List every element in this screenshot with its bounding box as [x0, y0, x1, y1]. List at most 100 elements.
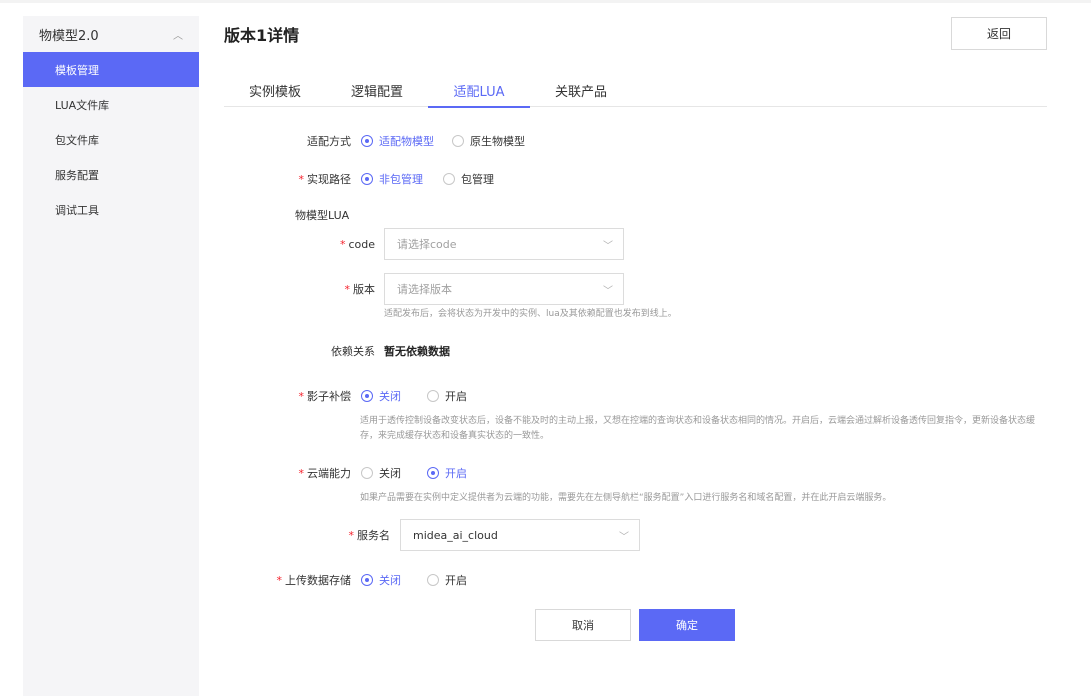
page-title: 版本1详情 [224, 26, 300, 45]
dependency-row: 依赖关系 暂无依赖数据 [224, 343, 450, 359]
radio-label: 关闭 [379, 467, 401, 480]
sidebar-item-label: LUA文件库 [55, 98, 110, 112]
section-thing-model-lua: 物模型LUA [295, 208, 349, 222]
radio-label: 关闭 [379, 390, 401, 403]
adapt-mode-label: 适配方式 [307, 135, 351, 148]
tab-bar: 实例模板 逻辑配置 适配LUA 关联产品 [224, 73, 1047, 108]
chevron-up-icon: ︿ [173, 30, 183, 42]
radio-checked-icon [361, 135, 373, 147]
version-label-text: 版本 [353, 283, 375, 296]
required-mark: * [298, 173, 305, 186]
adapt-mode-radio-thing-model[interactable]: 适配物模型 [361, 133, 434, 149]
service-label: * 服务名 [224, 527, 391, 543]
adapt-mode-radio-native[interactable]: 原生物模型 [452, 133, 525, 149]
radio-label: 原生物模型 [470, 135, 525, 148]
radio-label: 开启 [445, 390, 467, 403]
radio-label: 关闭 [379, 574, 401, 587]
shadow-radio-on[interactable]: 开启 [427, 388, 467, 404]
required-mark: * [344, 283, 351, 296]
sidebar-item-template-management[interactable]: 模板管理 [23, 52, 199, 87]
sidebar: 物模型2.0 ︿ 模板管理 LUA文件库 包文件库 服务配置 调试工具 [23, 16, 199, 696]
impl-path-row: * 实现路径 非包管理 包管理 [224, 171, 512, 187]
tab-related-products[interactable]: 关联产品 [530, 73, 632, 107]
cloud-radio-off[interactable]: 关闭 [361, 465, 401, 481]
version-select-placeholder: 请选择版本 [397, 283, 452, 296]
tab-adapt-lua[interactable]: 适配LUA [428, 73, 530, 108]
sidebar-item-debug-tools[interactable]: 调试工具 [23, 192, 199, 227]
radio-unchecked-icon [361, 467, 373, 479]
code-label-text: code [348, 237, 375, 251]
dependency-value: 暂无依赖数据 [384, 345, 450, 358]
radio-checked-icon [361, 173, 373, 185]
code-select-placeholder: 请选择code [397, 238, 457, 251]
chevron-down-icon: ﹀ [619, 531, 629, 543]
radio-label: 开启 [445, 467, 467, 480]
upload-radio-on[interactable]: 开启 [427, 572, 467, 588]
adapt-mode-row: 适配方式 适配物模型 原生物模型 [224, 133, 543, 149]
code-label: * code [224, 238, 375, 251]
service-select-value: midea_ai_cloud [413, 528, 498, 542]
top-divider [0, 0, 1091, 3]
shadow-row: * 影子补偿 关闭 开启 [224, 388, 485, 404]
radio-label: 包管理 [461, 173, 494, 186]
radio-label: 适配物模型 [379, 135, 434, 148]
required-mark: * [348, 529, 355, 542]
shadow-label-text: 影子补偿 [307, 390, 351, 403]
required-mark: * [339, 237, 346, 251]
impl-path-label-text: 实现路径 [307, 173, 351, 186]
code-select[interactable]: 请选择code ﹀ [384, 228, 624, 260]
cloud-label-text: 云端能力 [307, 467, 351, 480]
radio-checked-icon [427, 467, 439, 479]
upload-row: * 上传数据存储 关闭 开启 [224, 572, 485, 588]
section-label: 物模型LUA [295, 209, 350, 222]
tab-logic-config[interactable]: 逻辑配置 [326, 73, 428, 107]
upload-label: * 上传数据存储 [224, 572, 352, 588]
cloud-row: * 云端能力 关闭 开启 [224, 465, 485, 481]
sidebar-item-service-config[interactable]: 服务配置 [23, 157, 199, 192]
tab-instance-template[interactable]: 实例模板 [224, 73, 326, 107]
radio-checked-icon [361, 574, 373, 586]
sidebar-group-label: 物模型2.0 [39, 28, 99, 44]
version-label: * 版本 [224, 281, 376, 297]
confirm-button[interactable]: 确定 [639, 609, 735, 641]
radio-unchecked-icon [443, 173, 455, 185]
radio-unchecked-icon [427, 390, 439, 402]
radio-unchecked-icon [452, 135, 464, 147]
version-row: * 版本 [224, 281, 376, 297]
back-button[interactable]: 返回 [951, 17, 1047, 50]
chevron-down-icon: ﹀ [603, 240, 613, 252]
sidebar-item-package-library[interactable]: 包文件库 [23, 122, 199, 157]
service-row: * 服务名 [224, 527, 391, 543]
sidebar-item-label: 包文件库 [55, 133, 99, 147]
dependency-label: 依赖关系 [331, 345, 375, 358]
required-mark: * [276, 574, 283, 587]
code-row: * code [224, 236, 375, 252]
cloud-hint: 如果产品需要在实例中定义提供者为云端的功能，需要先在左侧导航栏“服务配置”入口进… [360, 493, 892, 503]
service-label-text: 服务名 [357, 529, 390, 542]
shadow-hint: 适用于透传控制设备改变状态后，设备不能及时的主动上报，又想在控端的查询状态和设备… [360, 416, 1036, 441]
shadow-label: * 影子补偿 [224, 388, 352, 404]
service-select[interactable]: midea_ai_cloud ﹀ [400, 519, 640, 551]
impl-path-radio-package[interactable]: 包管理 [443, 171, 494, 187]
sidebar-item-label: 服务配置 [55, 168, 99, 182]
impl-path-label: * 实现路径 [224, 171, 352, 187]
cloud-radio-on[interactable]: 开启 [427, 465, 467, 481]
shadow-radio-off[interactable]: 关闭 [361, 388, 401, 404]
sidebar-item-label: 模板管理 [55, 63, 99, 77]
radio-label: 非包管理 [379, 173, 423, 186]
impl-path-radio-non-package[interactable]: 非包管理 [361, 171, 423, 187]
chevron-down-icon: ﹀ [603, 285, 613, 297]
radio-label: 开启 [445, 574, 467, 587]
required-mark: * [298, 390, 305, 403]
sidebar-item-label: 调试工具 [55, 203, 99, 217]
version-hint: 适配发布后，会将状态为开发中的实例、lua及其依赖配置也发布到线上。 [384, 309, 677, 319]
upload-radio-off[interactable]: 关闭 [361, 572, 401, 588]
version-select[interactable]: 请选择版本 ﹀ [384, 273, 624, 305]
required-mark: * [298, 467, 305, 480]
radio-unchecked-icon [427, 574, 439, 586]
sidebar-group-thing-model[interactable]: 物模型2.0 ︿ [23, 16, 199, 52]
cancel-button[interactable]: 取消 [535, 609, 631, 641]
cloud-label: * 云端能力 [224, 465, 352, 481]
radio-checked-icon [361, 390, 373, 402]
sidebar-item-lua-library[interactable]: LUA文件库 [23, 87, 199, 122]
